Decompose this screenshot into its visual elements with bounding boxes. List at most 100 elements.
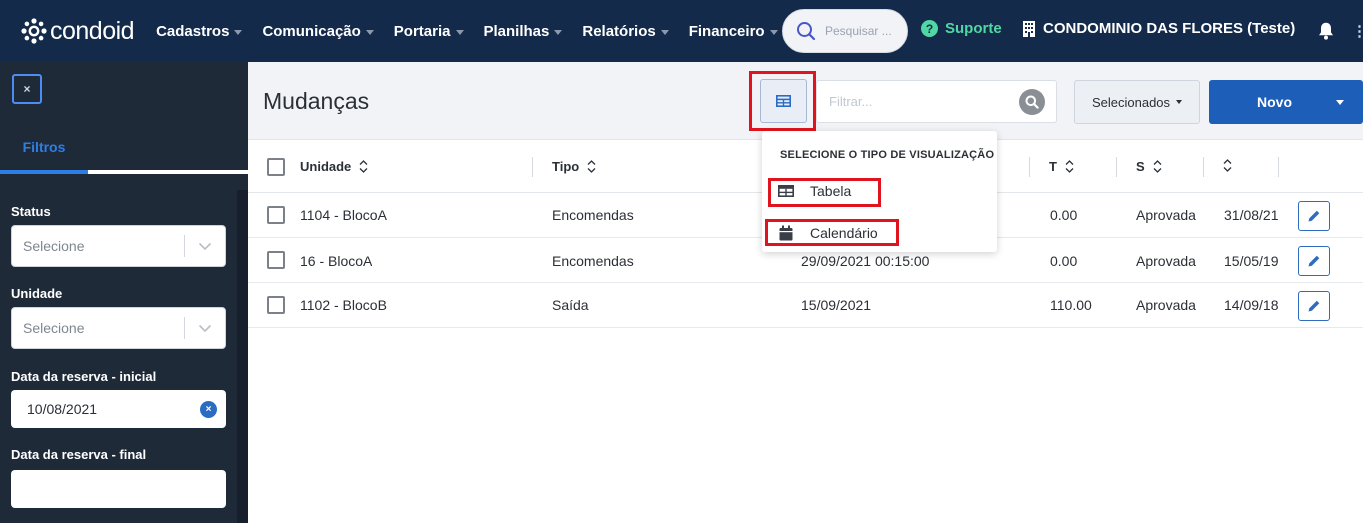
caret-down-icon <box>455 29 464 35</box>
brand-name: condoid <box>50 16 135 45</box>
data-final-input[interactable] <box>11 470 226 508</box>
novo-dropdown-icon[interactable] <box>1336 99 1344 105</box>
pencil-icon <box>1308 300 1320 312</box>
cell-data2: 31/08/21 <box>1224 207 1279 223</box>
data-inicial-value: 10/08/2021 <box>27 401 98 417</box>
menu-financeiro[interactable]: Financeiro <box>689 23 778 40</box>
column-label: Unidade <box>300 159 352 174</box>
global-search[interactable]: Pesquisar ... <box>782 9 908 53</box>
sidebar-scrollbar[interactable] <box>237 190 248 523</box>
caret-down-icon <box>554 29 563 35</box>
tab-label: Filtros <box>22 139 66 155</box>
menu-planilhas[interactable]: Planilhas <box>484 23 563 40</box>
menu-relatorios[interactable]: Relatórios <box>582 22 669 40</box>
column-header-unidade[interactable]: Unidade <box>300 159 368 174</box>
column-divider <box>532 157 533 177</box>
sort-icon <box>587 160 596 173</box>
selecionados-button[interactable]: Selecionados <box>1074 80 1200 124</box>
row-checkbox[interactable] <box>267 206 285 224</box>
novo-label: Novo <box>1257 94 1292 110</box>
unidade-select[interactable]: Selecione <box>11 307 226 349</box>
cell-data2: 15/05/19 <box>1224 253 1279 269</box>
menu-label: Relatórios <box>582 22 656 40</box>
select-all-checkbox[interactable] <box>267 158 285 176</box>
filter-input[interactable]: Filtrar... <box>816 80 1057 123</box>
condo-selector[interactable]: CONDOMINIO DAS FLORES (Teste) <box>1023 20 1295 37</box>
column-header-tipo[interactable]: Tipo <box>552 159 596 174</box>
novo-button[interactable]: Novo <box>1209 80 1363 124</box>
cell-valor: 110.00 <box>1050 297 1092 313</box>
top-navbar: condoid Cadastros Comunicação Portaria P… <box>0 0 1363 62</box>
more-options-icon[interactable]: ⋮ <box>1352 22 1363 40</box>
column-header-t[interactable]: T <box>1049 159 1074 174</box>
menu-label: Comunicação <box>262 22 361 40</box>
search-icon <box>797 22 816 41</box>
page-header: Mudanças Filtrar... Selecionados Novo <box>248 62 1363 140</box>
status-select-value: Selecione <box>23 238 85 254</box>
column-header-date[interactable] <box>1215 159 1232 172</box>
column-label: T <box>1049 159 1057 174</box>
data-inicial-label: Data da reserva - inicial <box>11 369 157 384</box>
close-icon: × <box>23 82 31 96</box>
condo-name: CONDOMINIO DAS FLORES (Teste) <box>1043 20 1296 37</box>
cell-unidade: 1102 - BlocoB <box>300 297 387 313</box>
caret-down-icon <box>1176 100 1183 104</box>
cell-tipo: Encomendas <box>552 207 634 223</box>
cell-data: 15/09/2021 <box>801 297 872 313</box>
caret-down-icon <box>365 29 374 35</box>
column-header-s[interactable]: S <box>1136 159 1162 174</box>
column-divider <box>1029 157 1030 177</box>
menu-comunicacao[interactable]: Comunicação <box>262 22 374 40</box>
column-divider <box>1278 157 1279 177</box>
menu-label: Portaria <box>393 22 451 40</box>
pencil-icon <box>1308 255 1320 267</box>
highlight-view-button <box>749 71 816 131</box>
edit-button[interactable] <box>1298 246 1330 276</box>
selecionados-label: Selecionados <box>1091 94 1171 110</box>
edit-button[interactable] <box>1298 201 1330 231</box>
tab-filtros[interactable]: Filtros <box>0 122 88 174</box>
cell-tipo: Saída <box>552 297 589 313</box>
sidebar-tabs: Filtros <box>0 122 248 174</box>
sort-icon <box>359 160 368 173</box>
highlight-tabela <box>768 178 881 207</box>
main-menu: Cadastros Comunicação Portaria Planilhas… <box>156 0 798 62</box>
column-label: S <box>1136 159 1145 174</box>
bell-icon[interactable] <box>1318 22 1334 40</box>
cell-unidade: 1104 - BlocoA <box>300 207 387 223</box>
cell-valor: 0.00 <box>1050 253 1078 269</box>
table-row[interactable]: 1102 - BlocoB Saída 15/09/2021 110.00 Ap… <box>248 283 1363 328</box>
close-sidebar-button[interactable]: × <box>12 74 42 104</box>
unidade-select-value: Selecione <box>23 320 85 336</box>
help-icon: ? <box>921 20 938 37</box>
clear-date-icon[interactable]: × <box>200 400 217 418</box>
cell-status: Aprovada <box>1136 207 1196 223</box>
data-inicial-input[interactable]: 10/08/2021 × <box>11 390 226 428</box>
status-select[interactable]: Selecione <box>11 225 226 267</box>
sort-icon <box>1065 160 1074 173</box>
logo-icon <box>21 18 47 44</box>
dropdown-header: SELECIONE O TIPO DE VISUALIZAÇÃO <box>780 149 995 161</box>
support-label: Suporte <box>945 20 1002 37</box>
brand-logo[interactable]: condoid <box>21 16 135 46</box>
menu-label: Cadastros <box>156 22 230 40</box>
caret-down-icon <box>234 29 243 35</box>
cell-status: Aprovada <box>1136 297 1196 313</box>
caret-down-icon <box>769 29 778 35</box>
row-checkbox[interactable] <box>267 296 285 314</box>
highlight-calendario <box>765 219 899 246</box>
menu-portaria[interactable]: Portaria <box>394 23 464 40</box>
filter-placeholder: Filtrar... <box>829 94 873 109</box>
column-divider <box>1203 157 1204 177</box>
pencil-icon <box>1308 210 1320 222</box>
support-link[interactable]: ? Suporte <box>921 20 1002 37</box>
chevron-down-icon <box>185 324 225 333</box>
building-icon <box>1023 20 1035 37</box>
menu-cadastros[interactable]: Cadastros <box>156 22 243 40</box>
row-checkbox[interactable] <box>267 251 285 269</box>
column-label: Tipo <box>552 159 580 174</box>
edit-button[interactable] <box>1298 291 1330 321</box>
status-label: Status <box>11 204 51 219</box>
search-icon[interactable] <box>1019 88 1045 115</box>
filters-sidebar: × Filtros Status Selecione Unidade Selec… <box>0 62 248 523</box>
